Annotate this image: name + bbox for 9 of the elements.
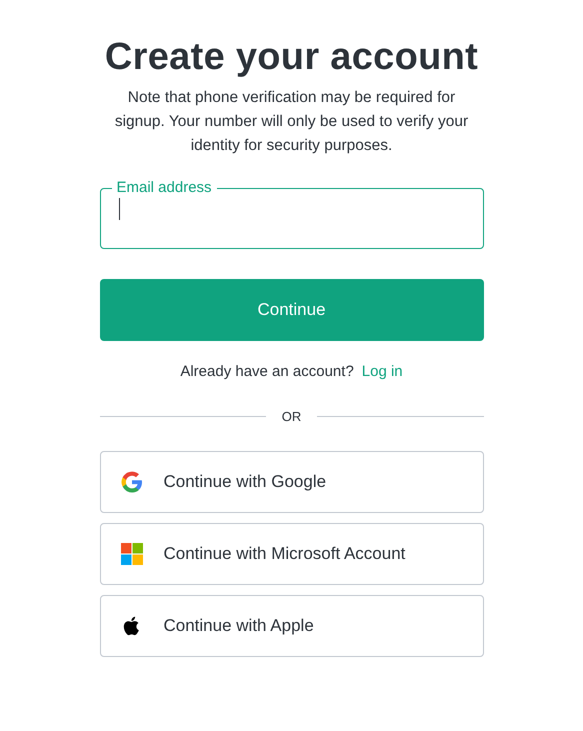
sign-in-option-button[interactable]: Continue with Apple	[100, 595, 484, 657]
note-text: Note that phone verification may be required for signup. Your number will only be used to verify your identity for security purposes.	[114, 88, 470, 156]
login-prompt: Already have an account?	[180, 362, 354, 382]
or-label: OR	[282, 409, 302, 424]
sign-in-option-button[interactable]: Continue with Microsoft Account	[100, 523, 484, 585]
google-g-icon	[120, 470, 144, 494]
windows-logo-icon	[120, 542, 144, 566]
sign-in-option-button[interactable]: Continue with Google	[100, 451, 484, 513]
page-title: Create your account	[104, 35, 480, 80]
